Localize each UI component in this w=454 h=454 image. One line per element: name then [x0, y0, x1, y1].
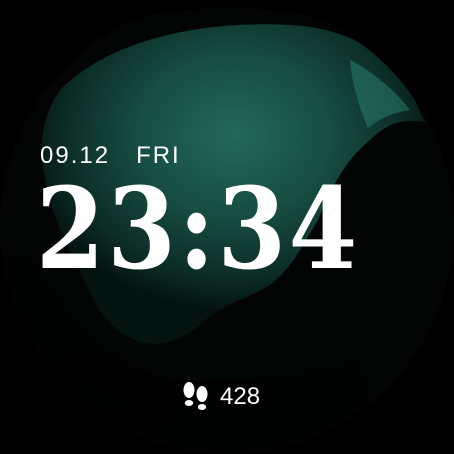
- watch-screen: 09.12 FRI 23:34 428: [0, 0, 454, 454]
- steps-complication[interactable]: 428: [180, 380, 260, 414]
- footsteps-icon: [183, 382, 208, 410]
- steps-count: 428: [220, 383, 261, 410]
- watch-face: 09.12 FRI 23:34 428: [0, 0, 454, 454]
- time-display: 23:34: [36, 164, 360, 295]
